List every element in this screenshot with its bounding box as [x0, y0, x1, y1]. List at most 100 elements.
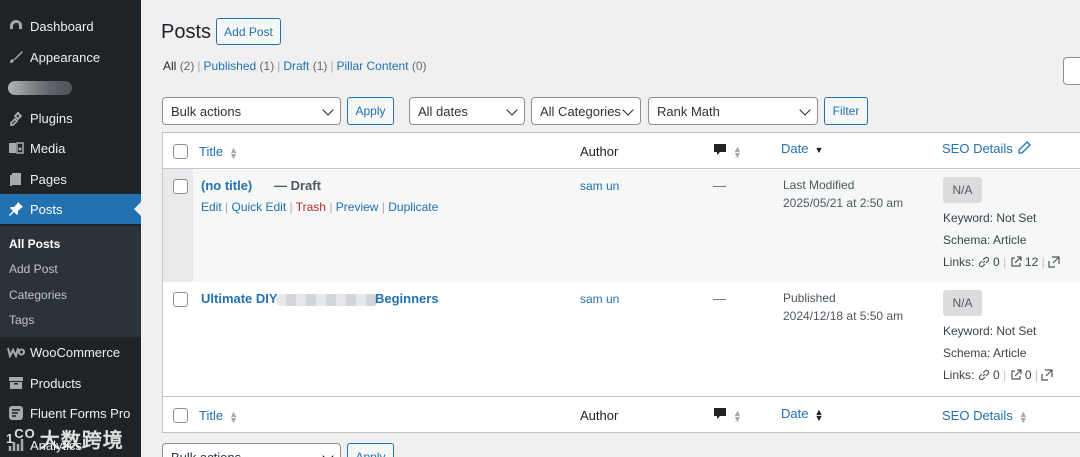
column-date-footer[interactable]: Date ▲ ▼: [781, 406, 823, 422]
seo-keyword: Keyword: Not Set: [943, 324, 1037, 338]
post-state: — Draft: [274, 178, 321, 193]
column-date[interactable]: Date ▼: [781, 141, 823, 156]
menu-blurred-item[interactable]: [0, 73, 141, 103]
post-title-link-end[interactable]: Beginners: [375, 291, 439, 306]
row-checkbox[interactable]: [173, 292, 188, 307]
pencil-icon: [1018, 141, 1031, 154]
select-value: Bulk actions: [171, 449, 242, 457]
select-all-checkbox-footer[interactable]: [173, 408, 188, 423]
menu-label: Plugins: [30, 110, 73, 126]
menu-label: Media: [30, 140, 66, 156]
table-footer: Title ▲ ▼ Author ▲ ▼ Date ▲ ▼ SEO Details ▲ ▼: [163, 396, 1080, 432]
menu-woocommerce[interactable]: WooCommerce: [0, 337, 141, 367]
sort-icon: ▲ ▼: [733, 407, 742, 424]
menu-products[interactable]: Products: [0, 368, 141, 398]
paintbrush-icon: [6, 47, 26, 67]
duplicate-link[interactable]: Duplicate: [388, 200, 438, 214]
menu-label: Dashboard: [30, 18, 94, 34]
incoming-link-icon: [1048, 256, 1060, 268]
watermark-text: 大数跨境: [39, 430, 124, 452]
post-date: Published 2024/12/18 at 5:50 am: [783, 289, 903, 325]
view-draft[interactable]: Draft (1): [283, 59, 327, 73]
seo-keyword: Keyword: Not Set: [943, 211, 1037, 225]
column-comments[interactable]: ▲ ▼: [713, 143, 742, 159]
apply-button[interactable]: Apply: [347, 97, 394, 125]
select-all-checkbox[interactable]: [173, 144, 188, 159]
author-link[interactable]: sam un: [580, 179, 619, 193]
post-title-link[interactable]: (no title): [201, 178, 252, 193]
edit-link[interactable]: Edit: [201, 200, 222, 214]
forms-icon: [6, 403, 26, 423]
incoming-link-icon: [1041, 369, 1053, 381]
view-pillar-content[interactable]: Pillar Content (0): [337, 59, 427, 73]
column-comments-footer[interactable]: ▲ ▼: [713, 407, 742, 424]
menu-label: Products: [30, 375, 82, 391]
category-filter-select[interactable]: All Categories: [531, 97, 641, 125]
main-content: Posts Add Post All (2) | Published (1) | Dra…: [141, 0, 1080, 457]
seo-schema: Schema: Article: [943, 233, 1027, 247]
seo-score-badge: N/A: [943, 177, 982, 203]
bulk-actions-select-bottom[interactable]: Bulk actions: [162, 443, 341, 457]
author-link[interactable]: sam un: [580, 292, 619, 306]
column-title-footer[interactable]: Title ▲ ▼: [199, 408, 238, 425]
post-title-link[interactable]: Ultimate DIY: [201, 291, 278, 306]
table-row: (no title) — Draft Edit | Quick Edit | T…: [163, 169, 1080, 282]
select-value: Rank Math: [657, 103, 720, 119]
menu-plugins[interactable]: Plugins: [0, 103, 141, 133]
date-value: 2024/12/18 at 5:50 am: [783, 309, 904, 323]
comments-count: —: [713, 178, 726, 193]
dashboard-icon: [6, 16, 26, 36]
search-posts-input[interactable]: [1063, 57, 1080, 85]
chevron-down-icon: [622, 104, 634, 116]
column-title-label: Title: [199, 144, 224, 159]
filter-button[interactable]: Filter: [824, 97, 868, 125]
internal-links-count: 0: [993, 255, 1000, 269]
column-seo-details-footer[interactable]: SEO Details ▲ ▼: [942, 408, 1028, 424]
menu-media[interactable]: Media: [0, 133, 141, 163]
sort-desc-icon: ▼: [814, 144, 824, 155]
apply-button-bottom[interactable]: Apply: [347, 443, 394, 457]
internal-link-icon: [978, 256, 989, 268]
menu-appearance[interactable]: Appearance: [0, 42, 141, 72]
select-value: Bulk actions: [171, 103, 242, 119]
add-post-button[interactable]: Add Post: [216, 18, 281, 45]
comment-icon: [714, 144, 726, 155]
row-checkbox[interactable]: [173, 179, 188, 194]
select-value: All dates: [418, 103, 468, 119]
menu-pages[interactable]: Pages: [0, 164, 141, 194]
media-icon: [6, 138, 26, 158]
comment-icon: [714, 408, 726, 419]
column-author: Author: [580, 144, 619, 159]
column-seo-label: SEO Details: [942, 408, 1013, 423]
column-title[interactable]: Title ▲ ▼: [199, 144, 238, 160]
trash-link[interactable]: Trash: [296, 200, 326, 214]
sort-icon: ▲ ▼: [229, 408, 238, 425]
post-date: Last Modified 2025/05/21 at 2:50 am: [783, 176, 903, 212]
pages-icon: [6, 169, 26, 189]
seo-links: Links: 0 | 0 |: [943, 368, 1053, 382]
view-published[interactable]: Published (1): [203, 59, 274, 73]
chevron-down-icon: [506, 104, 518, 116]
submenu-add-post[interactable]: Add Post: [9, 262, 58, 276]
menu-label: Pages: [30, 171, 67, 187]
rank-math-filter-select[interactable]: Rank Math: [648, 97, 818, 125]
comments-count: —: [713, 291, 726, 306]
bulk-actions-select[interactable]: Bulk actions: [162, 97, 341, 125]
submenu-tags[interactable]: Tags: [9, 313, 34, 327]
chevron-down-icon: [322, 450, 334, 457]
submenu-all-posts[interactable]: All Posts: [9, 237, 60, 251]
seo-schema: Schema: Article: [943, 346, 1027, 360]
preview-link[interactable]: Preview: [336, 200, 379, 214]
menu-label: Fluent Forms Pro: [30, 405, 131, 421]
column-seo-details[interactable]: SEO Details: [942, 141, 1031, 156]
view-all[interactable]: All (2): [163, 59, 194, 73]
date-filter-select[interactable]: All dates: [409, 97, 525, 125]
post-status-views: All (2) | Published (1) | Draft (1) | Pillar C…: [163, 59, 427, 73]
menu-label: Appearance: [30, 49, 101, 65]
chevron-down-icon: [799, 104, 811, 116]
menu-posts[interactable]: Posts: [0, 194, 141, 224]
quick-edit-link[interactable]: Quick Edit: [231, 200, 286, 214]
watermark-logo: 1CO 大数跨境: [6, 426, 124, 452]
menu-dashboard[interactable]: Dashboard: [0, 11, 141, 41]
submenu-categories[interactable]: Categories: [9, 288, 67, 302]
